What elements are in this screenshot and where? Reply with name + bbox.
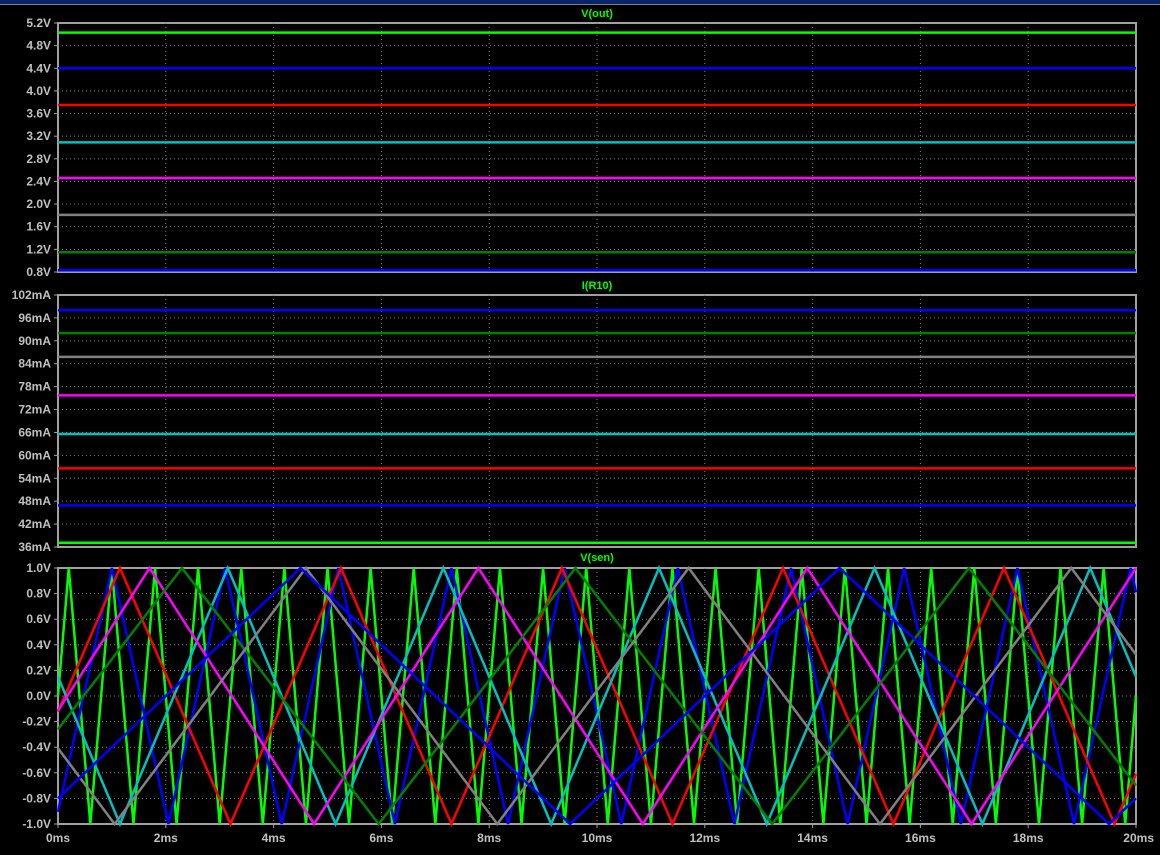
- x-tick-label: 0ms: [46, 831, 70, 845]
- y-tick-label: 0.0V: [26, 689, 51, 703]
- y-tick-label: -0.4V: [22, 740, 51, 754]
- y-tick-label: -0.2V: [22, 715, 51, 729]
- y-tick-label: 0.2V: [26, 663, 51, 677]
- y-tick-label: 0.4V: [26, 638, 51, 652]
- y-tick-label: -0.6V: [22, 766, 51, 780]
- y-tick-label: 48mA: [18, 494, 51, 508]
- y-tick-label: 3.2V: [26, 129, 51, 143]
- x-tick-label: 18ms: [1013, 831, 1044, 845]
- y-tick-label: 90mA: [18, 334, 51, 348]
- y-tick-label: 5.2V: [26, 16, 51, 30]
- y-tick-label: 2.8V: [26, 152, 51, 166]
- x-tick-label: 10ms: [582, 831, 613, 845]
- waveform-plot-area[interactable]: 5.2V 4.8V 4.4V 4.0V 3.6V 3.2V 2.8V 2.4V 2.0V 1.6V…: [0, 0, 1160, 855]
- y-tick-label: 96mA: [18, 311, 51, 325]
- y-tick-label: 1.0V: [26, 561, 51, 575]
- y-tick-label: 66mA: [18, 425, 51, 439]
- x-tick-label: 16ms: [905, 831, 936, 845]
- y-tick-label: 0.6V: [26, 612, 51, 626]
- x-tick-label: 6ms: [369, 831, 393, 845]
- x-tick-label: 14ms: [797, 831, 828, 845]
- trace-name-label[interactable]: V(sen): [580, 552, 614, 564]
- trace-name-label[interactable]: I(R10): [582, 280, 613, 292]
- x-tick-label: 4ms: [262, 831, 286, 845]
- trace-name-label[interactable]: V(out): [581, 8, 613, 20]
- y-tick-label: 36mA: [18, 540, 51, 554]
- y-tick-label: 4.4V: [26, 61, 51, 75]
- x-tick-label: 12ms: [689, 831, 720, 845]
- y-tick-label: 4.0V: [26, 84, 51, 98]
- x-tick-label: 2ms: [154, 831, 178, 845]
- y-tick-label: 102mA: [12, 288, 52, 302]
- y-tick-label: 78mA: [18, 380, 51, 394]
- x-tick-label: 8ms: [477, 831, 501, 845]
- y-tick-label: 0.8V: [26, 587, 51, 601]
- y-tick-label: -0.8V: [22, 791, 51, 805]
- y-tick-label: 4.8V: [26, 39, 51, 53]
- y-tick-label: -1.0V: [22, 817, 51, 831]
- y-tick-label: 2.0V: [26, 197, 51, 211]
- y-tick-label: 84mA: [18, 357, 51, 371]
- y-tick-label: 1.2V: [26, 242, 51, 256]
- ltspice-waveform-window: 5.2V 4.8V 4.4V 4.0V 3.6V 3.2V 2.8V 2.4V 2.0V 1.6V…: [0, 0, 1160, 855]
- y-tick-label: 3.6V: [26, 107, 51, 121]
- y-tick-label: 54mA: [18, 471, 51, 485]
- y-tick-label: 42mA: [18, 517, 51, 531]
- y-tick-label: 72mA: [18, 403, 51, 417]
- x-tick-label: 20ms: [1123, 831, 1154, 845]
- y-tick-label: 1.6V: [26, 220, 51, 234]
- y-tick-label: 0.8V: [26, 265, 51, 279]
- y-tick-label: 60mA: [18, 448, 51, 462]
- y-tick-label: 2.4V: [26, 174, 51, 188]
